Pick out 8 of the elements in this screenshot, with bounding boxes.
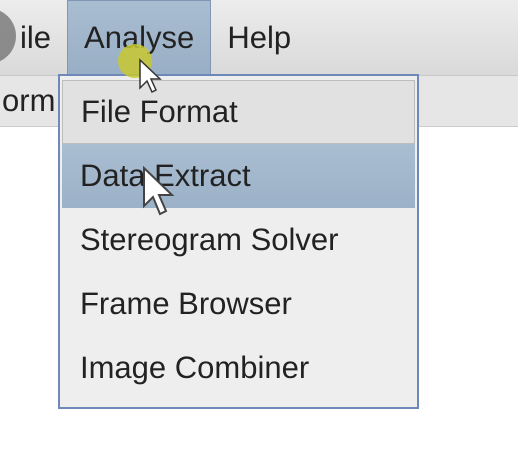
dropdown-item[interactable]: Data Extract [62,144,415,208]
window-label: orm [2,83,56,119]
dropdown-item[interactable]: Image Combiner [62,336,415,400]
dropdown-item[interactable]: File Format [62,80,415,144]
menu-item[interactable]: Help [211,0,308,75]
menu-item[interactable]: Analyse [67,0,212,75]
dropdown-item[interactable]: Stereogram Solver [62,208,415,272]
dropdown-item[interactable]: Frame Browser [62,272,415,336]
